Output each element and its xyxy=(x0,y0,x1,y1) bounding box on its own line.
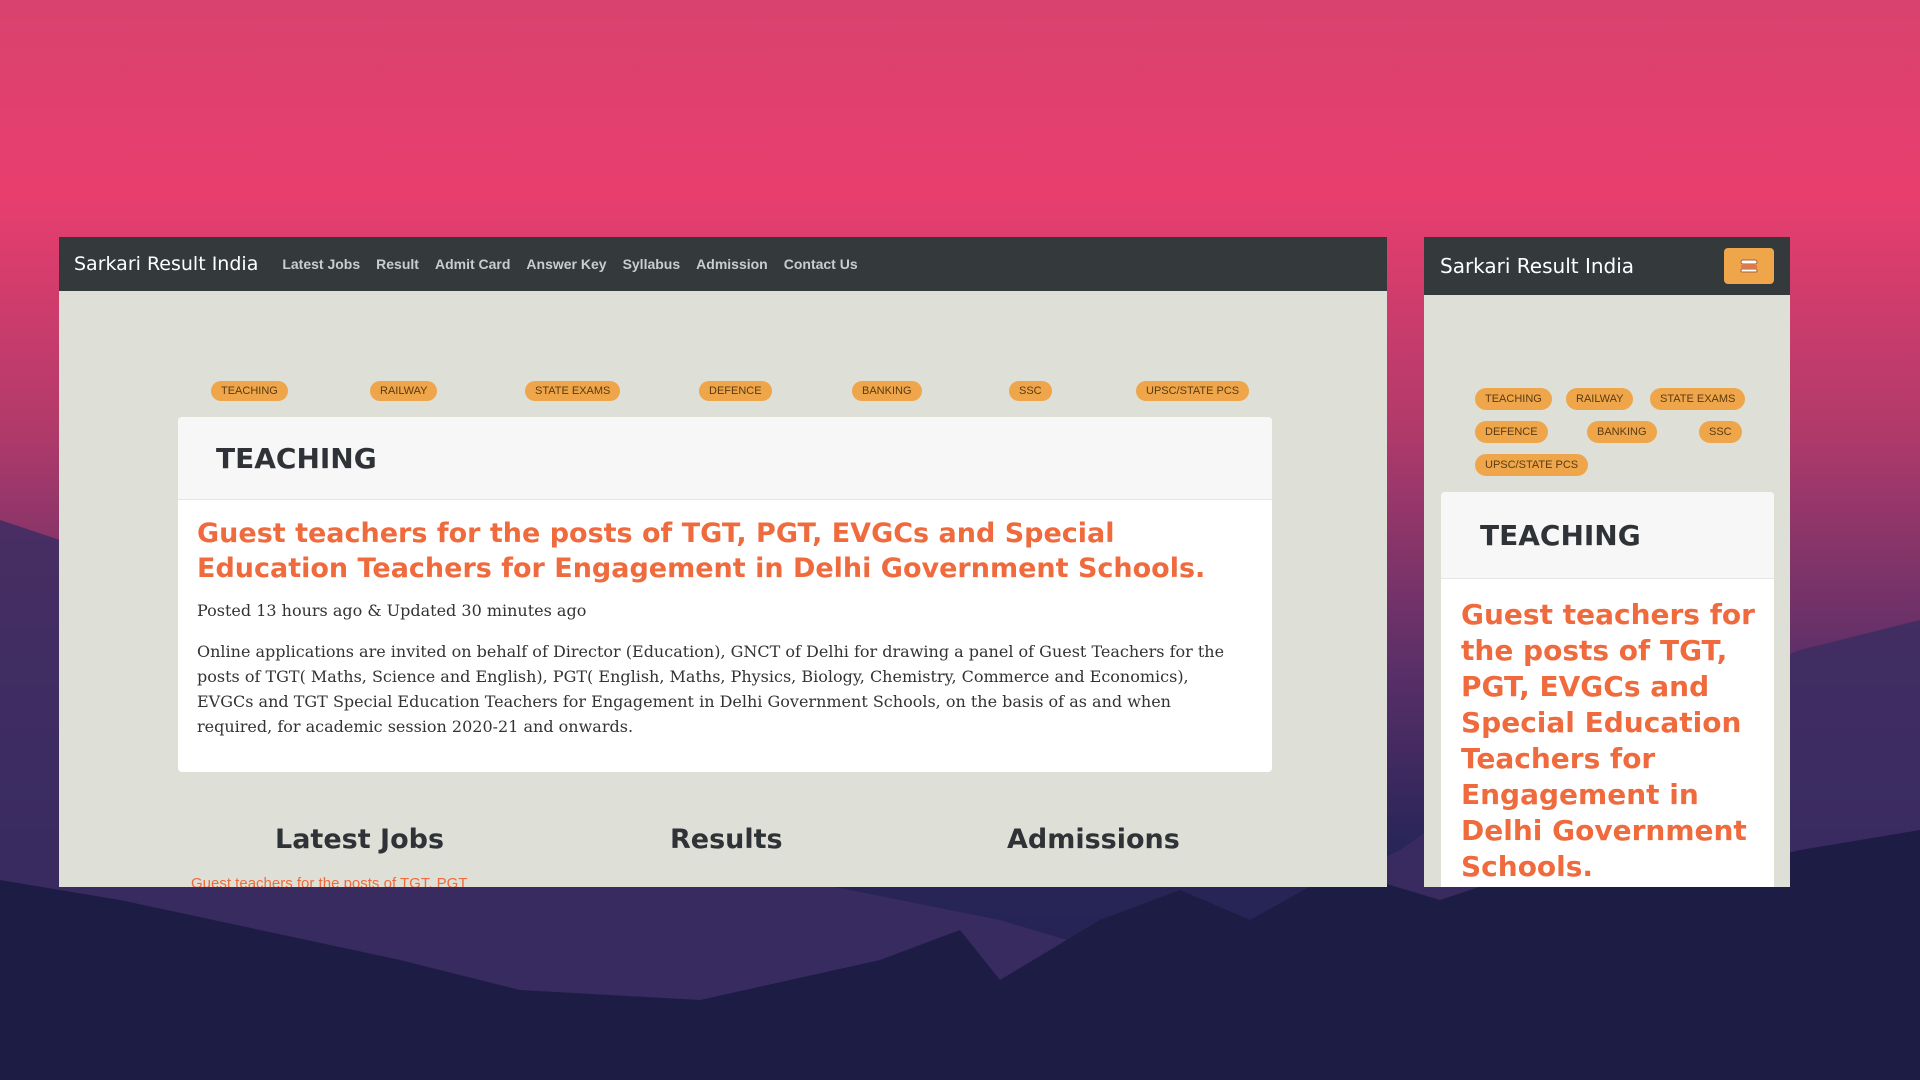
mobile-brand[interactable]: Sarkari Result India xyxy=(1440,254,1634,278)
teaching-card: TEACHING Guest teachers for the posts of… xyxy=(178,417,1272,772)
mobile-category-teaching[interactable]: TEACHING xyxy=(1475,388,1552,410)
navbar: Sarkari Result India Latest Jobs Result … xyxy=(59,237,1387,291)
mobile-category-upsc-state-pcs[interactable]: UPSC/STATE PCS xyxy=(1475,454,1589,476)
mobile-category-defence[interactable]: DEFENCE xyxy=(1475,421,1548,443)
navbar-toggler-button[interactable] xyxy=(1724,248,1774,284)
nav-admission[interactable]: Admission xyxy=(696,256,768,272)
mobile-category-banking[interactable]: BANKING xyxy=(1587,421,1657,443)
post-meta: Posted 13 hours ago & Updated 30 minutes… xyxy=(197,601,587,620)
hamburger-icon xyxy=(1740,259,1758,273)
category-railway[interactable]: RAILWAY xyxy=(370,381,438,401)
category-pills: TEACHING RAILWAY STATE EXAMS DEFENCE BAN… xyxy=(59,381,1387,403)
section-latest-jobs: Latest Jobs xyxy=(275,824,445,855)
site-brand[interactable]: Sarkari Result India xyxy=(74,253,258,275)
latest-job-link[interactable]: Guest teachers for the posts of TGT, PGT xyxy=(191,875,468,887)
card-heading: TEACHING xyxy=(216,441,377,475)
nav-syllabus[interactable]: Syllabus xyxy=(623,256,681,272)
section-admissions: Admissions xyxy=(1007,824,1180,855)
mobile-navbar: Sarkari Result India xyxy=(1424,237,1790,295)
mobile-card-heading: TEACHING xyxy=(1480,518,1641,552)
mobile-category-state-exams[interactable]: STATE EXAMS xyxy=(1650,388,1746,410)
nav-result[interactable]: Result xyxy=(376,256,419,272)
nav-admit-card[interactable]: Admit Card xyxy=(435,256,510,272)
card-header: TEACHING xyxy=(178,417,1272,500)
mobile-category-railway[interactable]: RAILWAY xyxy=(1566,388,1634,410)
mobile-teaching-card: TEACHING Guest teachers for the posts of… xyxy=(1441,492,1774,887)
mobile-view: Sarkari Result India TEACHING RAILWAY ST… xyxy=(1424,237,1790,887)
category-teaching[interactable]: TEACHING xyxy=(211,381,288,401)
mobile-card-header: TEACHING xyxy=(1441,492,1774,579)
category-state-exams[interactable]: STATE EXAMS xyxy=(525,381,621,401)
post-title-link[interactable]: Guest teachers for the posts of TGT, PGT… xyxy=(197,516,1257,586)
category-upsc-state-pcs[interactable]: UPSC/STATE PCS xyxy=(1136,381,1250,401)
category-banking[interactable]: BANKING xyxy=(852,381,922,401)
nav-answer-key[interactable]: Answer Key xyxy=(526,256,606,272)
nav-latest-jobs[interactable]: Latest Jobs xyxy=(282,256,360,272)
post-body: Online applications are invited on behal… xyxy=(197,642,1225,736)
nav-contact-us[interactable]: Contact Us xyxy=(784,256,858,272)
mobile-category-ssc[interactable]: SSC xyxy=(1699,421,1742,443)
category-ssc[interactable]: SSC xyxy=(1009,381,1052,401)
mobile-post-title-link[interactable]: Guest teachers for the posts of TGT, PGT… xyxy=(1461,597,1761,885)
desktop-view: Sarkari Result India Latest Jobs Result … xyxy=(59,237,1387,887)
section-results: Results xyxy=(670,824,783,855)
category-defence[interactable]: DEFENCE xyxy=(699,381,772,401)
